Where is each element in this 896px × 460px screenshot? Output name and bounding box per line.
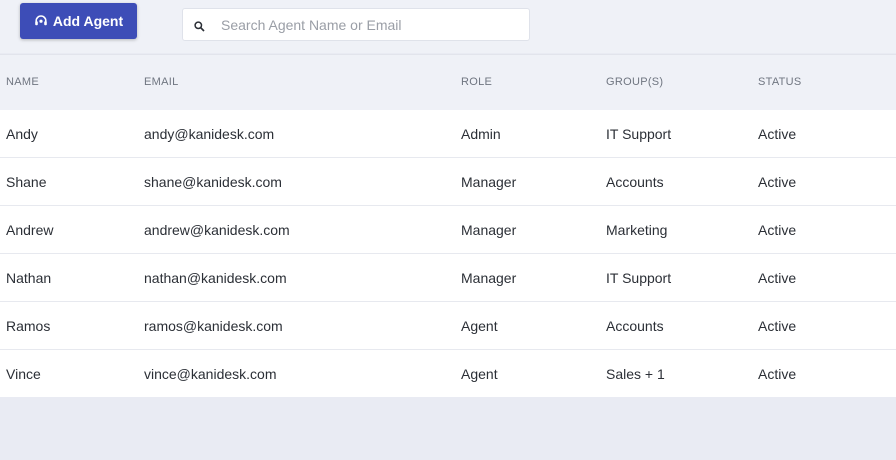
header-role[interactable]: ROLE (461, 76, 492, 88)
agent-groups: Accounts (606, 174, 664, 190)
agents-table-body: Andy andy@kanidesk.com Admin IT Support … (0, 110, 896, 397)
agent-status: Active (758, 366, 797, 382)
agent-groups: IT Support (606, 270, 672, 286)
agent-email: andrew@kanidesk.com (144, 222, 290, 238)
agent-status: Active (758, 126, 797, 142)
header-email[interactable]: EMAIL (144, 76, 179, 88)
agent-groups: Sales + 1 (606, 366, 665, 382)
search-box[interactable] (182, 8, 530, 41)
agent-email: ramos@kanidesk.com (144, 318, 283, 334)
agent-status: Active (758, 174, 797, 190)
toolbar: Add Agent (0, 0, 896, 53)
table-row[interactable]: Andy andy@kanidesk.com Admin IT Support … (0, 110, 896, 158)
agent-email: vince@kanidesk.com (144, 366, 277, 382)
table-header: NAME EMAIL ROLE GROUP(S) STATUS (0, 54, 896, 110)
agent-name: Andy (6, 126, 38, 142)
agent-name: Andrew (6, 222, 54, 238)
agent-role: Agent (461, 318, 498, 334)
table-row[interactable]: Shane shane@kanidesk.com Manager Account… (0, 158, 896, 206)
agent-email: nathan@kanidesk.com (144, 270, 287, 286)
agent-role: Agent (461, 366, 498, 382)
agent-role: Admin (461, 126, 501, 142)
agent-role: Manager (461, 270, 517, 286)
table-row[interactable]: Andrew andrew@kanidesk.com Manager Marke… (0, 206, 896, 254)
search-icon (194, 19, 205, 37)
agent-name: Vince (6, 366, 41, 382)
header-name[interactable]: NAME (6, 76, 39, 88)
table-row[interactable]: Ramos ramos@kanidesk.com Agent Accounts … (0, 302, 896, 350)
add-agent-button[interactable]: Add Agent (20, 3, 137, 39)
table-row[interactable]: Nathan nathan@kanidesk.com Manager IT Su… (0, 254, 896, 302)
header-status[interactable]: STATUS (758, 76, 802, 88)
agent-role: Manager (461, 174, 517, 190)
table-row[interactable]: Vince vince@kanidesk.com Agent Sales + 1… (0, 350, 896, 397)
add-agent-button-label: Add Agent (52, 13, 124, 29)
agent-groups: Accounts (606, 318, 664, 334)
agent-groups: Marketing (606, 222, 668, 238)
agent-status: Active (758, 270, 797, 286)
header-groups[interactable]: GROUP(S) (606, 76, 663, 88)
search-input[interactable] (221, 9, 521, 40)
agent-email: shane@kanidesk.com (144, 174, 282, 190)
agent-role: Manager (461, 222, 517, 238)
agent-status: Active (758, 222, 797, 238)
agent-groups: IT Support (606, 126, 672, 142)
agent-name: Shane (6, 174, 47, 190)
agent-name: Ramos (6, 318, 51, 334)
agent-status: Active (758, 318, 797, 334)
headset-icon (34, 14, 48, 28)
agent-name: Nathan (6, 270, 52, 286)
agent-email: andy@kanidesk.com (144, 126, 275, 142)
